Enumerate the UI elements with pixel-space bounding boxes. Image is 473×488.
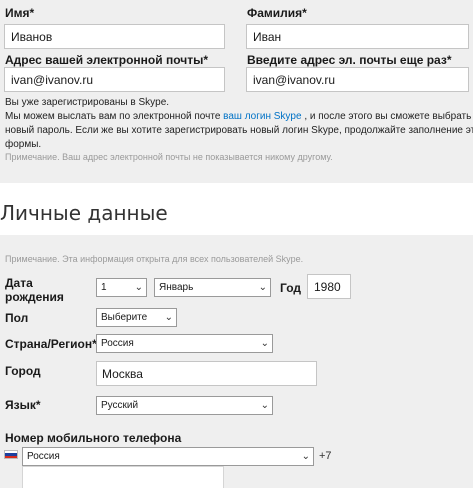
email-privacy-note: Примечание. Ваш адрес электронной почты … [5, 152, 333, 162]
first-name-input[interactable]: Иванов [4, 24, 225, 49]
chevron-down-icon: ⌄ [258, 282, 267, 293]
chevron-down-icon: ⌄ [164, 312, 173, 323]
first-name-label: Имя* [5, 6, 35, 20]
mobile-country-value: Россия [27, 451, 60, 462]
country-label: Страна/Регион* [5, 337, 97, 351]
birth-year-input[interactable]: 1980 [307, 274, 351, 299]
gender-select[interactable]: Выберите ⌄ [96, 308, 177, 327]
birth-year-label: Год [280, 281, 301, 295]
country-value: Россия [101, 338, 134, 349]
email-repeat-input[interactable]: ivan@ivanov.ru [246, 67, 469, 92]
skype-login-link[interactable]: ваш логин Skype [223, 111, 301, 122]
chevron-down-icon: ⌄ [260, 400, 269, 411]
mobile-number-input[interactable] [22, 466, 224, 488]
mobile-label: Номер мобильного телефона [5, 431, 182, 445]
mobile-country-code: +7 [319, 450, 332, 462]
birth-date-label-line2: рождения [5, 290, 64, 304]
email-repeat-label: Введите адрес эл. почты еще раз* [247, 53, 452, 67]
last-name-input[interactable]: Иван [246, 24, 469, 49]
language-value: Русский [101, 400, 139, 411]
birth-date-label-line1: Дата [5, 276, 33, 290]
registered-notice-text-after: , и после этого вы сможете выбрать [301, 111, 472, 122]
russia-flag-icon [4, 450, 18, 459]
email-label: Адрес вашей электронной почты* [5, 53, 209, 67]
birth-day-select[interactable]: 1 ⌄ [96, 278, 147, 297]
registered-notice-line1: Вы уже зарегистрированы в Skype. [5, 97, 170, 108]
city-label: Город [5, 364, 41, 378]
birth-date-label: Дата рождения [5, 276, 64, 304]
gender-label: Пол [5, 311, 29, 325]
registered-notice-line4: формы. [5, 139, 42, 150]
registered-notice: Вы уже зарегистрированы в Skype. Мы може… [5, 96, 473, 152]
registered-notice-line3: новый пароль. Если же вы хотите зарегист… [5, 125, 473, 136]
email-input[interactable]: ivan@ivanov.ru [4, 67, 225, 92]
last-name-label: Фамилия* [247, 6, 307, 20]
birth-month-value: Январь [159, 282, 194, 293]
city-input[interactable]: Москва [96, 361, 317, 386]
chevron-down-icon: ⌄ [260, 338, 269, 349]
registered-notice-text: Мы можем выслать вам по электронной почт… [5, 111, 224, 122]
language-select[interactable]: Русский ⌄ [96, 396, 273, 415]
section-title: Личные данные [0, 201, 168, 225]
language-label: Язык* [5, 398, 41, 412]
birth-day-value: 1 [101, 282, 107, 293]
chevron-down-icon: ⌄ [301, 451, 310, 462]
mobile-country-select[interactable]: Россия ⌄ [22, 447, 314, 466]
chevron-down-icon: ⌄ [134, 282, 143, 293]
gender-value: Выберите [101, 312, 148, 323]
personal-info-note: Примечание. Эта информация открыта для в… [5, 254, 304, 264]
country-select[interactable]: Россия ⌄ [96, 334, 273, 353]
registered-notice-line2: Мы можем выслать вам по электронной почт… [5, 110, 471, 124]
birth-month-select[interactable]: Январь ⌄ [154, 278, 271, 297]
